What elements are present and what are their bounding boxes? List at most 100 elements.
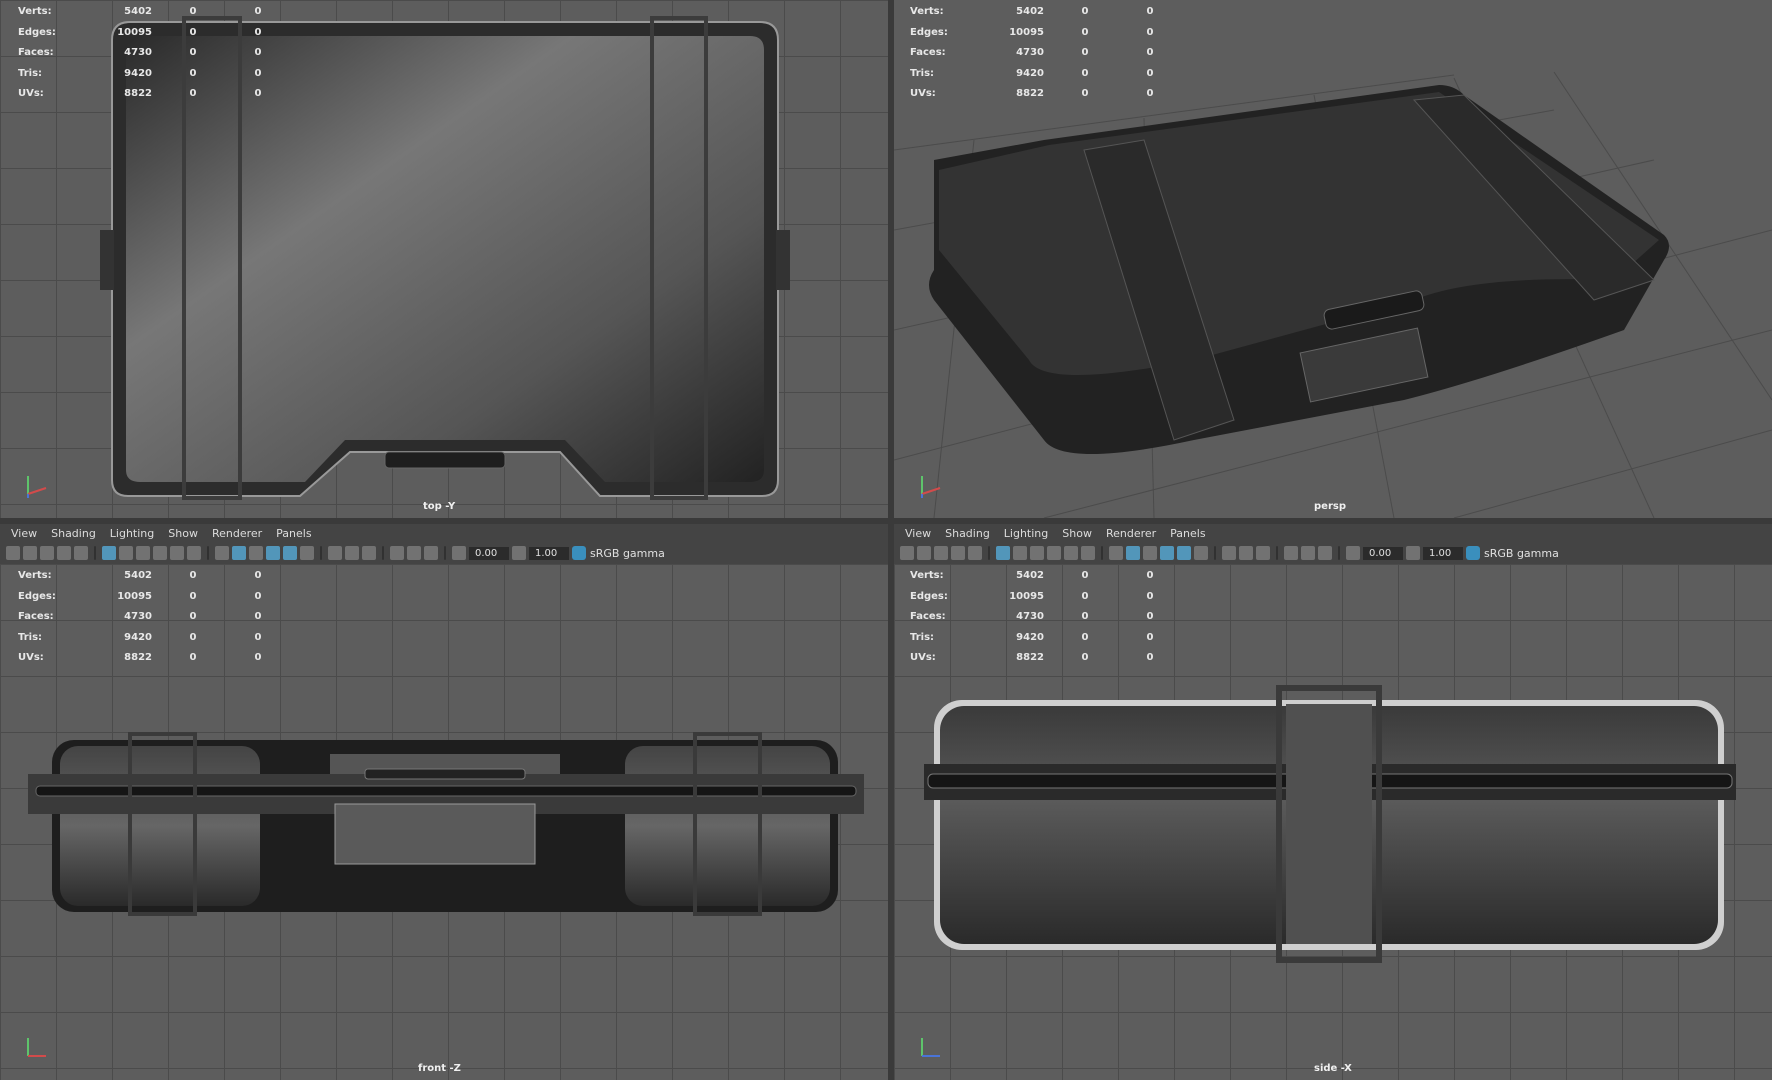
default-material-icon[interactable] [1143,546,1157,560]
menu-shading[interactable]: Shading [938,527,997,540]
exposure-field[interactable]: 0.00 [469,546,509,560]
hud-selected-a: 0 [1081,570,1089,581]
camera-label: top -Y [423,501,456,512]
isolate-select-icon[interactable] [1284,546,1298,560]
divider [988,546,990,560]
color-space-selector[interactable]: sRGB gamma [1466,546,1559,560]
hud-row: Edges: 10095 0 0 [18,587,288,608]
grease-pencil-icon[interactable] [74,546,88,560]
gamma-field[interactable]: 1.00 [529,546,569,560]
gamma-icon[interactable] [1406,546,1420,560]
hud-selected-b: 0 [1146,88,1154,99]
viewport-front[interactable]: Verts: 5402 0 0 Edges: 10095 0 0 Faces: 4730 0 0 Tri… [0,564,888,1080]
xray-joints-icon[interactable] [1318,546,1332,560]
menu-renderer[interactable]: Renderer [205,527,269,540]
gamma-icon[interactable] [512,546,526,560]
resolution-gate-icon[interactable] [1030,546,1044,560]
film-gate-icon[interactable] [1013,546,1027,560]
ambient-occlusion-icon[interactable] [1239,546,1253,560]
smooth-shade-icon[interactable] [1126,546,1140,560]
grid-toggle-icon[interactable] [102,546,116,560]
color-space-label: sRGB gamma [1484,546,1559,560]
wireframe-icon[interactable] [215,546,229,560]
gate-mask-icon[interactable] [1047,546,1061,560]
menu-renderer[interactable]: Renderer [1099,527,1163,540]
wireframe-icon[interactable] [1109,546,1123,560]
hud-value: 9420 [1016,67,1044,79]
hud-row: Tris: 9420 0 0 [18,64,288,85]
color-management-icon [572,546,586,560]
textured-icon[interactable] [283,546,297,560]
color-space-selector[interactable]: sRGB gamma [572,546,665,560]
ambient-occlusion-icon[interactable] [345,546,359,560]
hud-selected-b: 0 [1146,631,1154,643]
menu-panels[interactable]: Panels [1163,527,1212,540]
hud-label: Verts: [910,6,944,17]
motion-blur-icon[interactable] [1256,546,1270,560]
menu-lighting[interactable]: Lighting [103,527,161,540]
menu-lighting[interactable]: Lighting [997,527,1055,540]
camera-icon[interactable] [900,546,914,560]
divider [444,546,446,560]
image-plane-icon[interactable] [951,546,965,560]
xray-joints-icon[interactable] [424,546,438,560]
camera-attr-icon[interactable] [23,546,37,560]
textured-icon[interactable] [1177,546,1191,560]
hud-label: Tris: [18,631,43,643]
xray-icon[interactable] [407,546,421,560]
menu-shading[interactable]: Shading [44,527,103,540]
hud-row: Tris: 9420 0 0 [910,628,1180,649]
exposure-field[interactable]: 0.00 [1363,546,1403,560]
lights-icon[interactable] [1194,546,1208,560]
hud-label: Edges: [910,26,948,38]
grease-pencil-icon[interactable] [968,546,982,560]
isolate-select-icon[interactable] [390,546,404,560]
poly-count-hud: Verts: 5402 0 0 Edges: 10095 0 0 Faces: 4730 0 0 Tri… [18,566,288,669]
grid-toggle-icon[interactable] [996,546,1010,560]
menu-view[interactable]: View [898,527,938,540]
shadows-icon[interactable] [328,546,342,560]
image-plane-icon[interactable] [57,546,71,560]
field-chart-icon[interactable] [1064,546,1078,560]
viewport-persp[interactable]: Verts: 5402 0 0 Edges: 10095 0 0 Faces: 4730 0 0 Tri… [894,0,1772,518]
lights-icon[interactable] [300,546,314,560]
gate-mask-icon[interactable] [153,546,167,560]
wireframe-on-shaded-icon[interactable] [266,546,280,560]
exposure-icon[interactable] [1346,546,1360,560]
hud-value: 9420 [1016,631,1044,643]
viewport-side[interactable]: Verts: 5402 0 0 Edges: 10095 0 0 Faces: 4730 0 0 Tri… [894,564,1772,1080]
hud-label: Faces: [18,47,54,58]
exposure-icon[interactable] [452,546,466,560]
menu-show[interactable]: Show [1055,527,1099,540]
hud-row: Verts: 5402 0 0 [910,2,1180,23]
camera-attr-icon[interactable] [917,546,931,560]
menu-view[interactable]: View [4,527,44,540]
hud-label: Tris: [18,67,43,79]
motion-blur-icon[interactable] [362,546,376,560]
default-material-icon[interactable] [249,546,263,560]
hud-selected-b: 0 [1146,611,1154,622]
menu-panels[interactable]: Panels [269,527,318,540]
safe-action-icon[interactable] [187,546,201,560]
camera-icon[interactable] [6,546,20,560]
bookmark-icon[interactable] [40,546,54,560]
hud-selected-a: 0 [1081,652,1089,663]
hud-selected-a: 0 [189,590,197,602]
xray-icon[interactable] [1301,546,1315,560]
wireframe-on-shaded-icon[interactable] [1160,546,1174,560]
hud-value: 4730 [1016,611,1044,622]
menu-show[interactable]: Show [161,527,205,540]
smooth-shade-icon[interactable] [232,546,246,560]
hud-row: Edges: 10095 0 0 [910,587,1180,608]
shadows-icon[interactable] [1222,546,1236,560]
hud-value: 10095 [1009,26,1044,38]
safe-action-icon[interactable] [1081,546,1095,560]
film-gate-icon[interactable] [119,546,133,560]
field-chart-icon[interactable] [170,546,184,560]
viewport-top[interactable]: Verts: 5402 0 0 Edges: 10095 0 0 Faces: 4730 0 0 Tri… [0,0,888,518]
bookmark-icon[interactable] [934,546,948,560]
resolution-gate-icon[interactable] [136,546,150,560]
hud-value: 5402 [1016,570,1044,581]
hud-value: 8822 [124,88,152,99]
gamma-field[interactable]: 1.00 [1423,546,1463,560]
